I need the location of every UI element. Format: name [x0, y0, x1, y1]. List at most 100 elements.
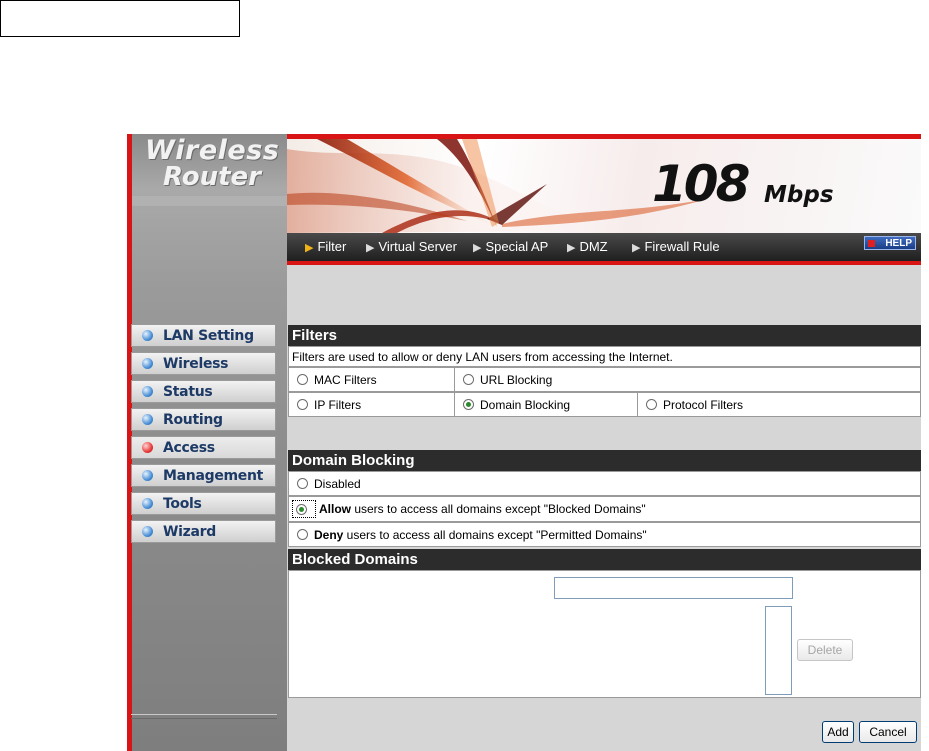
- blocked-domains-title: Blocked Domains: [288, 549, 921, 570]
- sidebar-divider: [131, 714, 277, 715]
- add-button[interactable]: Add: [822, 721, 854, 743]
- router-page: Wireless Router LAN Setting Wireless Sta…: [127, 134, 921, 751]
- sidebar-item-wizard[interactable]: Wizard: [131, 520, 276, 543]
- bullet-icon: [142, 386, 153, 397]
- filters-description: Filters are used to allow or deny LAN us…: [292, 349, 673, 364]
- option-ip-filters[interactable]: IP Filters: [289, 393, 455, 416]
- radio-protocol-filters[interactable]: [646, 399, 657, 410]
- active-bullet-icon: [142, 442, 153, 453]
- radio-disabled[interactable]: [297, 478, 308, 489]
- bullet-icon: [142, 330, 153, 341]
- sidebar-item-label: Tools: [163, 495, 202, 512]
- arrow-right-icon: ▶: [473, 242, 482, 254]
- allow-description: users to access all domains except "Bloc…: [351, 502, 646, 516]
- domain-option-deny[interactable]: Deny users to access all domains except …: [289, 523, 647, 546]
- domain-option-deny-row: Deny users to access all domains except …: [288, 522, 921, 547]
- sidebar-item-status[interactable]: Status: [131, 380, 276, 403]
- sidebar-item-lan-setting[interactable]: LAN Setting: [131, 324, 276, 347]
- sidebar-item-label: LAN Setting: [163, 327, 254, 344]
- filters-options-row-1: MAC Filters URL Blocking: [288, 367, 921, 392]
- tab-label: Firewall Rule: [644, 239, 720, 254]
- filters-title: Filters: [288, 325, 921, 346]
- sidebar-item-label: Wireless: [163, 355, 229, 372]
- tab-special-ap[interactable]: ▶ Special AP: [473, 239, 548, 254]
- bullet-icon: [142, 526, 153, 537]
- option-label: Disabled: [314, 476, 361, 491]
- filters-options-row-2: IP Filters Domain Blocking Protocol Filt…: [288, 392, 921, 417]
- sidebar-item-wireless[interactable]: Wireless: [131, 352, 276, 375]
- sidebar-divider: [131, 718, 277, 719]
- speed-unit: Mbps: [764, 182, 834, 208]
- speed-logo: 108: [652, 155, 750, 213]
- allow-keyword: Allow: [319, 502, 351, 516]
- help-label: HELP: [885, 238, 912, 249]
- arrow-right-icon: ▶: [567, 242, 576, 254]
- domain-option-allow[interactable]: Allow users to access all domains except…: [289, 497, 646, 521]
- domain-option-disabled[interactable]: Disabled: [289, 472, 361, 495]
- sidebar-nav: LAN Setting Wireless Status Routing Acce…: [131, 324, 276, 548]
- tab-bar: ▶ Filter ▶ Virtual Server ▶ Special AP ▶ DMZ…: [287, 233, 921, 265]
- logo-stripe: [132, 196, 287, 206]
- option-mac-filters[interactable]: MAC Filters: [289, 368, 455, 391]
- focus-ring: [292, 500, 316, 518]
- sidebar-item-routing[interactable]: Routing: [131, 408, 276, 431]
- bullet-icon: [142, 498, 153, 509]
- bullet-icon: [142, 414, 153, 425]
- sidebar-item-label: Management: [163, 467, 264, 484]
- arrow-right-icon: ▶: [366, 242, 375, 254]
- domain-option-allow-row: Allow users to access all domains except…: [288, 496, 921, 522]
- help-icon: [868, 240, 875, 247]
- tab-label: DMZ: [579, 239, 608, 254]
- tab-label: Special AP: [485, 239, 549, 254]
- tab-filter[interactable]: ▶ Filter: [305, 239, 346, 254]
- sidebar-item-management[interactable]: Management: [131, 464, 276, 487]
- option-url-blocking[interactable]: URL Blocking: [455, 368, 921, 391]
- option-domain-blocking[interactable]: Domain Blocking: [455, 393, 638, 416]
- header: 108 Mbps ▶ Filter ▶ Virtual Server ▶ Specia…: [287, 134, 921, 266]
- tab-bar-red-edge: [287, 261, 921, 265]
- delete-button[interactable]: Delete: [797, 639, 853, 661]
- tab-label: Virtual Server: [378, 239, 457, 254]
- radio-mac-filters[interactable]: [297, 374, 308, 385]
- deny-keyword: Deny: [314, 527, 344, 542]
- sidebar-item-label: Status: [163, 383, 213, 400]
- arrow-right-icon: ▶: [305, 242, 314, 254]
- radio-url-blocking[interactable]: [463, 374, 474, 385]
- caption-box: [0, 0, 240, 37]
- option-label: URL Blocking: [480, 372, 553, 387]
- bullet-icon: [142, 358, 153, 369]
- option-label: MAC Filters: [314, 372, 377, 387]
- option-protocol-filters[interactable]: Protocol Filters: [638, 393, 921, 416]
- tab-label: Filter: [317, 239, 347, 254]
- tab-firewall-rule[interactable]: ▶ Firewall Rule: [632, 239, 720, 254]
- blocked-domain-input[interactable]: [554, 577, 793, 599]
- arrow-right-icon: ▶: [632, 242, 641, 254]
- radio-allow[interactable]: [296, 503, 307, 515]
- main-content: Filters Filters are used to allow or den…: [288, 266, 921, 751]
- sidebar-item-tools[interactable]: Tools: [131, 492, 276, 515]
- sidebar-item-label: Wizard: [163, 523, 216, 540]
- sidebar-item-access[interactable]: Access: [131, 436, 276, 459]
- filters-description-row: Filters are used to allow or deny LAN us…: [288, 346, 921, 367]
- radio-ip-filters[interactable]: [297, 399, 308, 410]
- option-label: Domain Blocking: [480, 397, 571, 412]
- option-label: Protocol Filters: [663, 397, 744, 412]
- tab-dmz[interactable]: ▶ DMZ: [567, 239, 608, 254]
- sidebar-item-label: Access: [163, 439, 215, 456]
- domain-option-disabled-row: Disabled: [288, 471, 921, 496]
- cancel-button[interactable]: Cancel: [859, 721, 917, 743]
- sidebar-item-label: Routing: [163, 411, 223, 428]
- option-label: IP Filters: [314, 397, 362, 412]
- banner: 108 Mbps: [287, 139, 921, 233]
- bullet-icon: [142, 470, 153, 481]
- domain-blocking-title: Domain Blocking: [288, 450, 921, 471]
- logo-line2: Router: [163, 162, 261, 192]
- logo-line1: Wireless: [145, 135, 280, 166]
- deny-description: users to access all domains except "Perm…: [343, 527, 647, 542]
- radio-domain-blocking[interactable]: [463, 399, 474, 410]
- blocked-domains-list[interactable]: [765, 606, 792, 695]
- tab-virtual-server[interactable]: ▶ Virtual Server: [366, 239, 457, 254]
- help-button[interactable]: HELP: [864, 236, 916, 250]
- sidebar: Wireless Router LAN Setting Wireless Sta…: [127, 134, 287, 751]
- radio-deny[interactable]: [297, 529, 308, 540]
